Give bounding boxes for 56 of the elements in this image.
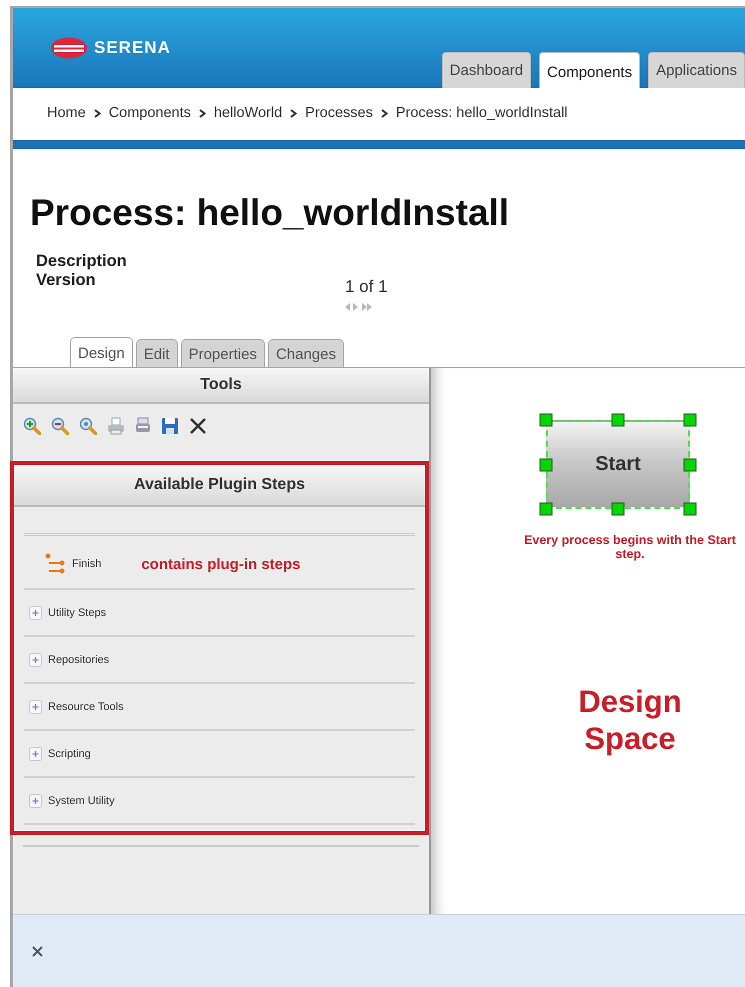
nav-tab[interactable]: Components bbox=[539, 52, 640, 88]
resize-handle[interactable] bbox=[612, 414, 624, 426]
resize-handle[interactable] bbox=[684, 502, 696, 516]
zoom-out-icon[interactable] bbox=[51, 417, 69, 435]
breadcrumb-link[interactable]: Components bbox=[108, 105, 191, 121]
chevron-icon bbox=[94, 108, 101, 118]
tab[interactable]: Edit bbox=[136, 339, 178, 367]
close-icon[interactable] bbox=[189, 417, 207, 435]
logo-icon bbox=[50, 37, 88, 59]
expand-icon bbox=[29, 700, 42, 714]
plugin-step[interactable]: System Utility bbox=[24, 778, 415, 825]
plugin-step[interactable]: Resource Tools bbox=[24, 684, 415, 731]
chevron-icon bbox=[290, 108, 298, 118]
annotation-text: Every process begins with the Start step. bbox=[523, 533, 737, 561]
plugin-step[interactable]: Finish contains plug-in steps bbox=[24, 540, 415, 590]
panel-header: Tools bbox=[13, 368, 429, 404]
nav-tab[interactable]: Dashboard bbox=[442, 52, 532, 88]
breadcrumb-link[interactable]: helloWorld bbox=[214, 105, 282, 121]
field-label: Version bbox=[36, 271, 97, 291]
logo-text: SERENA bbox=[94, 38, 171, 58]
zoom-in-icon[interactable] bbox=[23, 417, 41, 435]
resize-handle[interactable] bbox=[540, 502, 552, 516]
annotation-text: Design Space bbox=[577, 683, 683, 758]
expand-icon bbox=[29, 794, 42, 808]
field-value: 1 of 1 bbox=[345, 277, 388, 297]
step-tree-icon bbox=[44, 553, 66, 575]
expand-icon bbox=[29, 652, 42, 666]
breadcrumb-link[interactable]: Processes bbox=[305, 105, 373, 121]
chevron-icon bbox=[380, 108, 388, 118]
expand-icon bbox=[29, 746, 42, 760]
tab[interactable]: Changes bbox=[268, 339, 344, 367]
expand-icon bbox=[29, 606, 42, 620]
save-icon[interactable] bbox=[161, 417, 179, 435]
resize-handle[interactable] bbox=[612, 502, 624, 516]
breadcrumb-link[interactable]: Home bbox=[47, 105, 86, 121]
resize-handle[interactable] bbox=[540, 414, 552, 426]
plugin-step[interactable]: Scripting bbox=[24, 731, 415, 778]
field-label: Description bbox=[36, 252, 128, 271]
zoom-reset-icon[interactable] bbox=[79, 417, 97, 435]
chevron-icon bbox=[198, 108, 206, 118]
plugin-step[interactable]: Utility Steps bbox=[24, 590, 415, 637]
resize-handle[interactable] bbox=[540, 458, 552, 471]
close-icon[interactable] bbox=[32, 946, 43, 956]
resize-handle[interactable] bbox=[684, 458, 696, 471]
panel-header: Available Plugin Steps bbox=[14, 465, 425, 507]
tab[interactable]: Design bbox=[70, 337, 133, 368]
plugin-step[interactable]: Repositories bbox=[24, 637, 415, 684]
resize-handle[interactable] bbox=[684, 414, 696, 426]
start-node[interactable]: Start bbox=[546, 420, 690, 509]
print-preview-icon[interactable] bbox=[135, 417, 151, 435]
annotation-text: contains plug-in steps bbox=[141, 556, 301, 572]
page-title: Process: hello_worldInstall bbox=[30, 192, 510, 234]
tab[interactable]: Properties bbox=[180, 339, 265, 367]
nav-tab[interactable]: Applications bbox=[648, 52, 745, 88]
printer-icon[interactable] bbox=[107, 417, 125, 435]
breadcrumb-link[interactable]: Process: hello_worldInstall bbox=[396, 105, 568, 121]
